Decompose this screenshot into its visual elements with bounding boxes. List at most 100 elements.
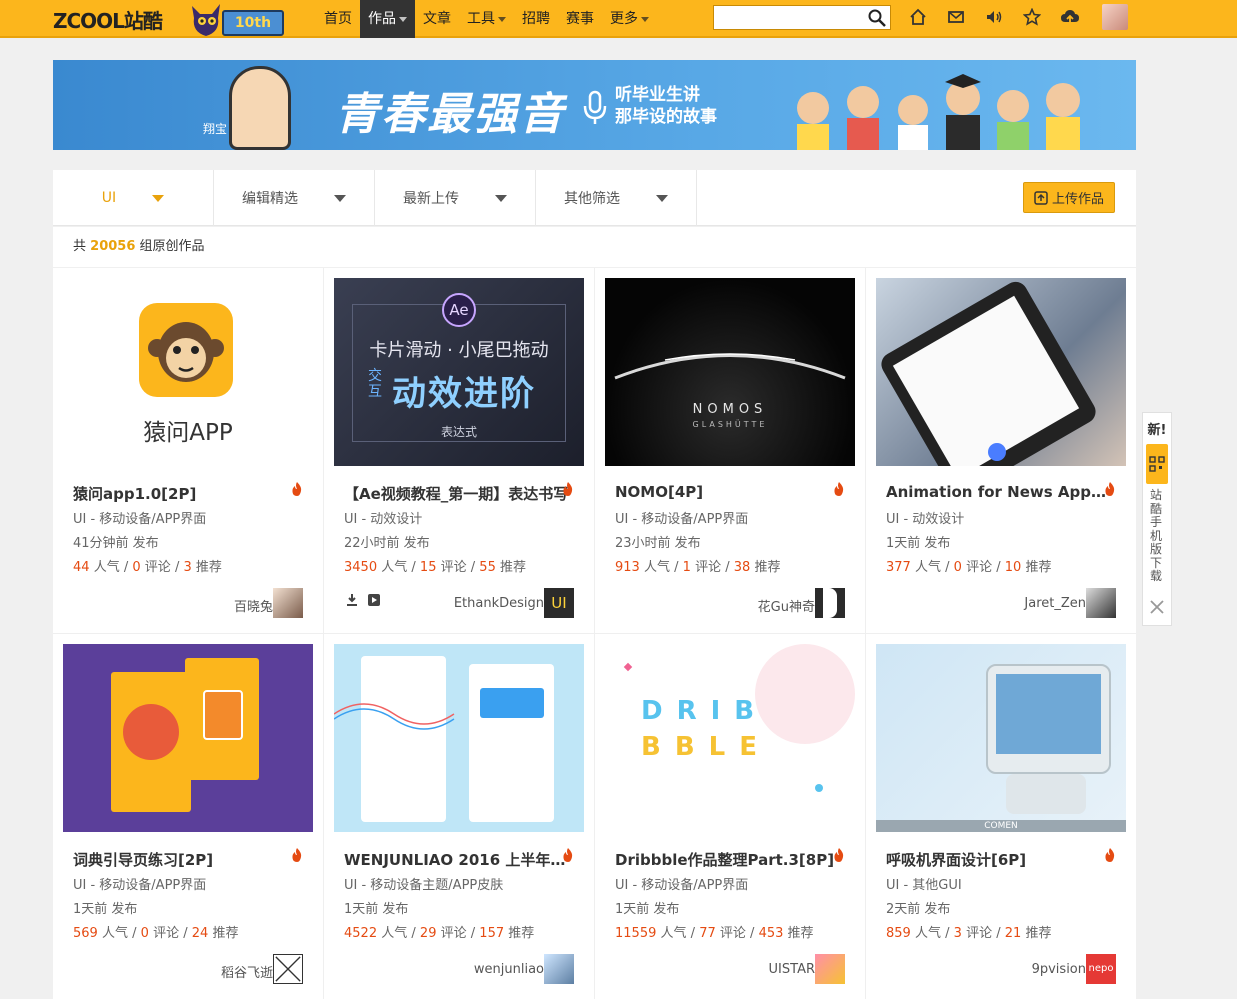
author-avatar[interactable]: [273, 954, 303, 984]
work-title[interactable]: Animation for News App S...: [886, 483, 1111, 501]
work-tools: [346, 594, 380, 606]
work-thumbnail[interactable]: [876, 278, 1126, 466]
filter-other[interactable]: 其他筛选: [536, 170, 697, 226]
monkey-icon: [148, 322, 224, 382]
work-thumbnail[interactable]: [63, 644, 313, 832]
author-name[interactable]: Jaret_Zen: [1024, 596, 1086, 611]
work-time: 1天前 发布: [73, 902, 138, 917]
author-avatar[interactable]: [815, 588, 845, 618]
author-avatar[interactable]: UI: [544, 588, 574, 618]
author-name[interactable]: 稻谷飞逝: [221, 962, 273, 981]
nav-articles[interactable]: 文章: [415, 0, 459, 38]
home-icon[interactable]: [908, 6, 928, 28]
author-name[interactable]: 百晓兔: [234, 596, 273, 615]
user-avatar[interactable]: [1102, 4, 1128, 30]
qr-code-icon[interactable]: [1146, 444, 1168, 484]
download-icon[interactable]: [346, 594, 358, 606]
work-title[interactable]: Dribbble作品整理Part.3[8P]: [615, 849, 840, 870]
nav-contests[interactable]: 赛事: [558, 0, 602, 38]
filter-bar: UI 编辑精选 最新上传 其他筛选 上传作品: [53, 170, 1136, 226]
microphone-icon: [583, 90, 607, 124]
fire-icon: [292, 482, 302, 496]
author-name[interactable]: EthankDesign: [454, 596, 544, 611]
close-icon[interactable]: [1149, 599, 1165, 615]
fire-icon: [1105, 848, 1115, 862]
work-category: UI - 其他GUI: [886, 878, 962, 893]
zcool-logo[interactable]: ZCOOL站酷: [53, 5, 163, 34]
work-thumbnail[interactable]: DRIB BBLE: [605, 644, 855, 832]
nav-jobs[interactable]: 招聘: [514, 0, 558, 38]
work-card[interactable]: 猿问APP 猿问app1.0[2P] UI - 移动设备/APP界面 41分钟前…: [53, 268, 323, 633]
work-thumbnail[interactable]: COMEN: [876, 644, 1126, 832]
video-icon[interactable]: [368, 594, 380, 606]
works-count-number: 20056: [90, 239, 136, 254]
work-stats: 11559 人气 / 77 评论 / 453 推荐: [615, 926, 814, 941]
mobile-download-panel[interactable]: 新! 站酷手机版下载: [1142, 412, 1172, 626]
after-effects-icon: Ae: [442, 293, 476, 327]
mascot-icon: [192, 4, 220, 36]
author-avatar[interactable]: nepo: [1086, 954, 1116, 984]
sound-icon[interactable]: [984, 6, 1004, 28]
filter-category[interactable]: UI: [53, 170, 214, 226]
work-card[interactable]: 词典引导页练习[2P] UI - 移动设备/APP界面 1天前 发布 569 人…: [53, 634, 323, 999]
work-thumbnail[interactable]: 猿问APP: [63, 278, 313, 466]
author-avatar[interactable]: [815, 954, 845, 984]
author-avatar[interactable]: [1086, 588, 1116, 618]
filter-editor-picks[interactable]: 编辑精选: [214, 170, 375, 226]
author-avatar[interactable]: [273, 588, 303, 618]
work-title[interactable]: 词典引导页练习[2P]: [73, 849, 298, 870]
work-category: UI - 移动设备/APP界面: [73, 512, 207, 527]
mail-icon[interactable]: [946, 6, 966, 28]
nav-home[interactable]: 首页: [316, 0, 360, 38]
work-card[interactable]: Animation for News App S... UI - 动效设计 1天…: [866, 268, 1136, 633]
work-thumbnail[interactable]: NOMOS GLASHÜTTE: [605, 278, 855, 466]
author-avatar[interactable]: [544, 954, 574, 984]
search-icon[interactable]: [867, 8, 887, 28]
author-name[interactable]: 9pvision: [1032, 962, 1086, 977]
thumb-caption: COMEN: [876, 820, 1126, 832]
work-card[interactable]: DRIB BBLE Dribbble作品整理Part.3[8P] UI - 移动…: [595, 634, 865, 999]
work-time: 41分钟前 发布: [73, 536, 159, 551]
banner-illustration-crowd: [797, 74, 1080, 150]
nav-more[interactable]: 更多: [602, 0, 657, 38]
banner-illustration-girl: [229, 66, 291, 150]
fire-icon: [834, 848, 844, 862]
author-name[interactable]: UISTAR: [769, 962, 815, 977]
work-title[interactable]: 呼吸机界面设计[6P]: [886, 849, 1111, 870]
work-category: UI - 动效设计: [886, 512, 965, 527]
chevron-down-icon: [656, 194, 668, 202]
banner-mascot-label: 翔宝: [203, 122, 228, 136]
work-title[interactable]: 【Ae视频教程_第一期】表达书写: [344, 483, 569, 504]
star-icon[interactable]: [1022, 6, 1042, 28]
work-title[interactable]: WENJUNLIAO 2016 上半年[...]: [344, 849, 569, 870]
nav-works[interactable]: 作品: [360, 0, 415, 38]
upload-cloud-icon[interactable]: [1060, 6, 1080, 28]
work-stats: 859 人气 / 3 评论 / 21 推荐: [886, 926, 1052, 941]
work-card[interactable]: COMEN 呼吸机界面设计[6P] UI - 其他GUI 2天前 发布 859 …: [866, 634, 1136, 999]
work-card[interactable]: WENJUNLIAO 2016 上半年[...] UI - 移动设备主题/APP…: [324, 634, 594, 999]
work-card[interactable]: NOMOS GLASHÜTTE NOMO[4P] UI - 移动设备/APP界面…: [595, 268, 865, 633]
side-download-text: 站酷手机版下载: [1150, 488, 1163, 583]
top-icons: [908, 6, 1080, 28]
author-name[interactable]: 花Gu神奇: [758, 596, 815, 615]
upload-work-button[interactable]: 上传作品: [1023, 182, 1115, 213]
work-time: 22小时前 发布: [344, 536, 430, 551]
filter-latest[interactable]: 最新上传: [375, 170, 536, 226]
side-new-label: 新!: [1147, 423, 1167, 438]
work-card[interactable]: Ae 卡片滑动 · 小尾巴拖动 交互 动效进阶 表达式 【Ae视频教程_第一期】…: [324, 268, 594, 633]
banner-title: 青春最强音: [335, 89, 565, 140]
nav-tools[interactable]: 工具: [459, 0, 514, 38]
work-stats: 4522 人气 / 29 评论 / 157 推荐: [344, 926, 535, 941]
work-thumbnail[interactable]: Ae 卡片滑动 · 小尾巴拖动 交互 动效进阶 表达式: [334, 278, 584, 466]
thumb-tag: 交互: [368, 368, 382, 400]
work-title[interactable]: NOMO[4P]: [615, 483, 840, 501]
wave-graphic: [334, 703, 455, 730]
author-name[interactable]: wenjunliao: [474, 962, 544, 977]
promo-banner[interactable]: 翔宝 青春最强音 听毕业生讲 那毕设的故事: [53, 60, 1136, 150]
work-category: UI - 移动设备主题/APP皮肤: [344, 878, 504, 893]
fire-icon: [834, 482, 844, 496]
work-thumbnail[interactable]: [334, 644, 584, 832]
banner-subtitle: 听毕业生讲 那毕设的故事: [615, 85, 717, 127]
work-title[interactable]: 猿问app1.0[2P]: [73, 483, 298, 504]
search-input[interactable]: [714, 6, 864, 29]
